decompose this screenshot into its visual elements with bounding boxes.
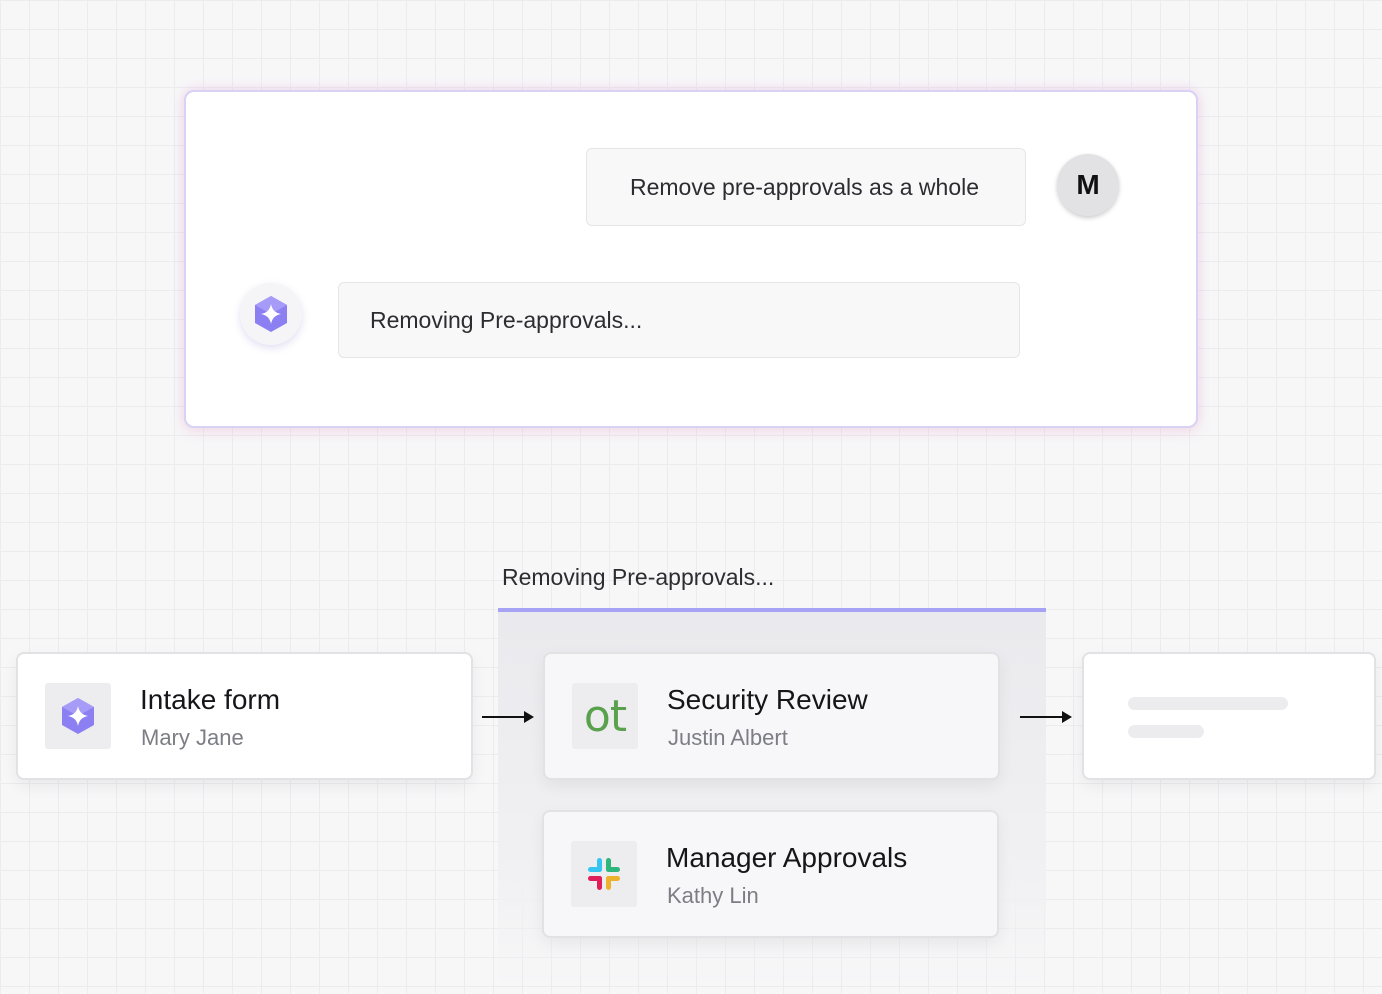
flow-arrow (1020, 711, 1072, 723)
user-message-text: Remove pre-approvals as a whole (630, 173, 980, 200)
stage-status-label: Removing Pre-approvals... (502, 564, 775, 590)
ai-sparkle-icon (62, 698, 94, 734)
workflow-node-intake-form[interactable]: Intake form Mary Jane (16, 652, 473, 780)
ot-logo-icon: ot (583, 690, 627, 742)
workflow-node-manager-approvals[interactable]: Manager Approvals Kathy Lin (542, 810, 999, 938)
user-message-bubble: Remove pre-approvals as a whole (586, 148, 1026, 226)
workflow-node-placeholder (1082, 652, 1376, 780)
slack-icon (588, 858, 620, 890)
workflow-node-security-review[interactable]: ot Security Review Justin Albert (543, 652, 1000, 780)
node-assignee: Mary Jane (141, 725, 244, 750)
node-assignee: Kathy Lin (667, 883, 759, 908)
flow-arrow (482, 711, 534, 723)
node-title: Manager Approvals (666, 842, 908, 873)
ai-message-text: Removing Pre-approvals... (370, 306, 643, 333)
ai-assistant-avatar (240, 283, 302, 345)
user-avatar[interactable]: M (1057, 154, 1119, 216)
ai-sparkle-icon (255, 296, 287, 332)
skeleton-line (1128, 725, 1204, 738)
node-title: Intake form (140, 684, 281, 715)
node-icon-container (45, 683, 111, 749)
skeleton-line (1128, 697, 1288, 710)
node-title: Security Review (667, 684, 868, 715)
node-icon-container: ot (572, 683, 638, 749)
ai-message-bubble: Removing Pre-approvals... (338, 282, 1020, 358)
user-avatar-initial: M (1076, 169, 1100, 200)
chat-panel (184, 90, 1198, 428)
node-icon-container (571, 841, 637, 907)
node-assignee: Justin Albert (668, 725, 788, 750)
